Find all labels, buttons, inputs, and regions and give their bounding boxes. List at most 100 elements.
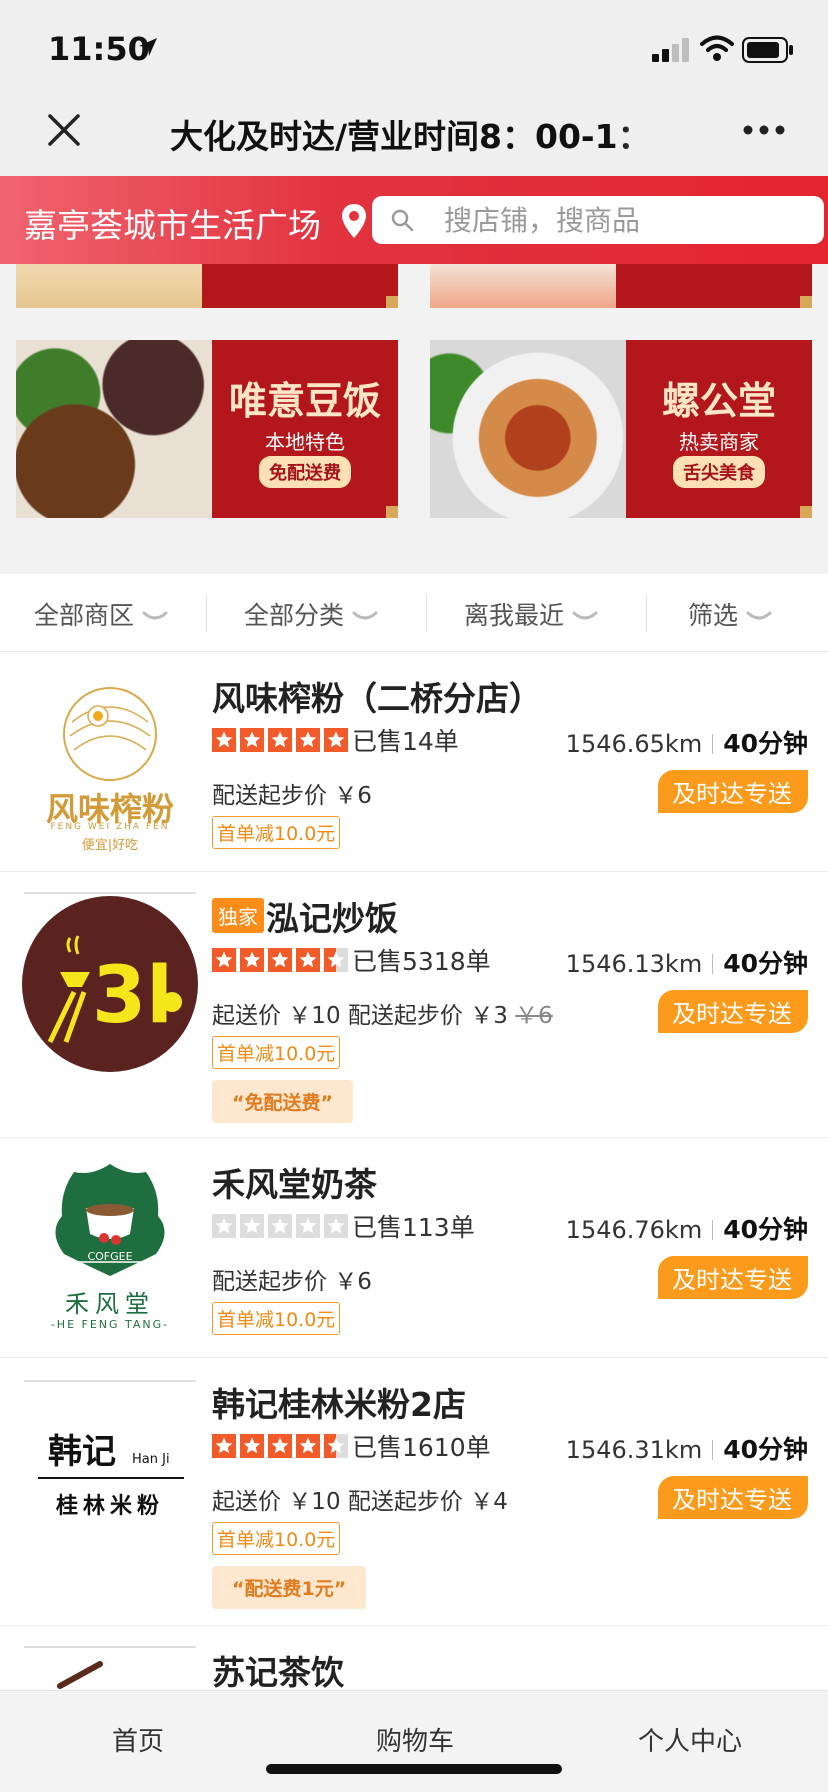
star-icon — [268, 728, 292, 752]
shop-logo: 风味榨粉 FENG WEI ZHA FEN 便宜|好吃 — [20, 672, 200, 852]
shop-logo — [20, 1646, 200, 1690]
shop-logo-subtext: -HE FENG TANG- — [50, 1318, 170, 1331]
shop-item[interactable]: 风味榨粉 FENG WEI ZHA FEN 便宜|好吃 风味榨粉（二桥分店） 已… — [0, 652, 828, 872]
star-icon — [296, 1214, 320, 1238]
free-delivery-tag: “配送费1元” — [212, 1566, 367, 1609]
nav-cart[interactable]: 购物车 — [376, 1721, 454, 1758]
banner-photo — [430, 264, 616, 308]
shop-name[interactable]: 风味榨粉（二桥分店） — [212, 672, 542, 720]
promo-tag: 首单减10.0元 — [212, 816, 341, 849]
star-icon — [296, 728, 320, 752]
express-badge: 及时达专送 — [658, 1256, 808, 1299]
express-badge: 及时达专送 — [658, 990, 808, 1033]
shop-name[interactable]: 独家 泓记炒饭 — [212, 892, 398, 940]
banner-weiyi-doufan[interactable]: 唯意豆饭 本地特色 免配送费 — [16, 340, 398, 518]
shop-item[interactable]: 韩记 Han Ji 桂林米粉 韩记桂林米粉2店 已售1610单 1546.31k… — [0, 1358, 828, 1626]
banner-subtitle: 本地特色 — [265, 430, 345, 454]
banner-tag: 舌尖美食 — [673, 456, 765, 488]
banner-partial-left[interactable] — [16, 264, 398, 308]
star-icon — [268, 1434, 292, 1458]
banner-title: 唯意豆饭 — [228, 379, 381, 423]
banner-food-photo — [430, 340, 626, 518]
promo-tag: 首单减10.0元 — [212, 1036, 341, 1069]
banner-panel: 螺公堂 热卖商家 舌尖美食 — [626, 340, 812, 518]
distance: 1546.65km — [565, 730, 703, 758]
banner-area: 唯意豆饭 本地特色 免配送费 螺公堂 热卖商家 舌尖美食 — [0, 264, 828, 574]
banner-panel — [616, 264, 812, 308]
signal-icon — [652, 38, 689, 62]
shop-item[interactable]: COFGEE 禾风堂 -HE FENG TANG- 禾风堂奶茶 已售113单 1… — [0, 1138, 828, 1358]
banner-partial-right[interactable] — [430, 264, 812, 308]
distance-time: 1546.13km 40分钟 — [566, 944, 808, 980]
banner-luogongtang[interactable]: 螺公堂 热卖商家 舌尖美食 — [430, 340, 812, 518]
filter-divider — [206, 594, 207, 632]
status-bar: 11:50 — [0, 0, 828, 90]
distance-time: 1546.31km 40分钟 — [566, 1430, 808, 1466]
filter-category[interactable]: 全部分类 — [244, 596, 378, 632]
location-pin-icon[interactable] — [340, 202, 368, 240]
banner-food-photo — [16, 340, 212, 518]
shop-name[interactable]: 苏记茶饮 — [212, 1646, 344, 1690]
distance-time: 1546.76km 40分钟 — [566, 1210, 808, 1246]
home-indicator — [266, 1764, 562, 1774]
location-search-bar: 嘉亭荟城市生活广场 — [0, 176, 828, 264]
chevron-down-icon — [352, 611, 378, 620]
delivery-fee: 起送价 ￥10 配送起步价 ￥3 ￥6 — [212, 1003, 553, 1029]
nav-home[interactable]: 首页 — [112, 1721, 164, 1758]
chevron-down-icon — [746, 611, 772, 620]
banner-photo — [16, 264, 202, 308]
search-input[interactable] — [444, 200, 804, 240]
shop-item[interactable]: 苏记茶饮 — [0, 1626, 828, 1690]
shop-logo-text: 韩记 — [48, 1432, 116, 1472]
delivery-fee: 配送起步价 ￥6 — [212, 1269, 372, 1295]
filter-sort[interactable]: 离我最近 — [464, 596, 598, 632]
filter-area[interactable]: 全部商区 — [34, 596, 168, 632]
old-fee: ￥6 — [515, 1003, 553, 1029]
more-icon[interactable] — [742, 120, 786, 140]
star-icon — [240, 948, 264, 972]
shop-logo: COFGEE 禾风堂 -HE FENG TANG- — [20, 1158, 200, 1338]
express-badge: 及时达专送 — [658, 770, 808, 813]
star-icon — [296, 1434, 320, 1458]
free-delivery-tag: “免配送费” — [212, 1080, 353, 1123]
shop-item[interactable]: 3l 独家 泓记炒饭 已售5318单 1546.13km 40分钟 起送价 ￥10 … — [0, 872, 828, 1138]
shop-name[interactable]: 韩记桂林米粉2店 — [212, 1378, 466, 1426]
star-icon — [212, 1214, 236, 1238]
rating-stars — [212, 1434, 348, 1458]
sold-count: 已售1610单 — [352, 1433, 491, 1462]
sold-count: 已售14单 — [352, 727, 459, 756]
nav-profile[interactable]: 个人中心 — [638, 1721, 742, 1758]
page-title: 大化及时达/营业时间8：00-1： — [170, 117, 651, 156]
distance: 1546.31km — [565, 1436, 703, 1464]
shop-logo-subtext: Han Ji — [132, 1452, 170, 1467]
rating-stars — [212, 1214, 348, 1238]
battery-icon — [742, 37, 793, 63]
shop-logo-text: 禾风堂 — [65, 1290, 155, 1318]
star-icon — [324, 1434, 348, 1458]
filter-screen[interactable]: 筛选 — [688, 596, 772, 632]
drink-straw-icon — [20, 1646, 200, 1690]
star-icon — [268, 1214, 292, 1238]
rating-stars — [212, 728, 348, 752]
shop-name[interactable]: 禾风堂奶茶 — [212, 1158, 377, 1206]
bottom-nav: 首页 购物车 个人中心 — [0, 1690, 828, 1792]
filter-bar: 全部商区 全部分类 离我最近 筛选 — [0, 574, 828, 652]
status-time: 11:50 — [48, 30, 150, 68]
star-icon — [212, 1434, 236, 1458]
delivery-time: 40分钟 — [723, 949, 808, 978]
promo-tag: 首单减10.0元 — [212, 1302, 341, 1335]
banner-tag: 免配送费 — [259, 456, 351, 488]
distance-time: 1546.65km 40分钟 — [566, 724, 808, 760]
star-icon — [212, 728, 236, 752]
current-location[interactable]: 嘉亭荟城市生活广场 — [24, 199, 321, 247]
shop-logo-slogan: 桂林米粉 — [55, 1494, 164, 1519]
chevron-down-icon — [142, 611, 168, 620]
banner-panel: 唯意豆饭 本地特色 免配送费 — [212, 340, 398, 518]
filter-divider — [426, 594, 427, 632]
close-icon[interactable] — [46, 112, 82, 148]
star-icon — [324, 728, 348, 752]
star-icon — [296, 948, 320, 972]
star-icon — [212, 948, 236, 972]
search-box[interactable] — [372, 196, 824, 244]
distance: 1546.76km — [565, 1216, 703, 1244]
